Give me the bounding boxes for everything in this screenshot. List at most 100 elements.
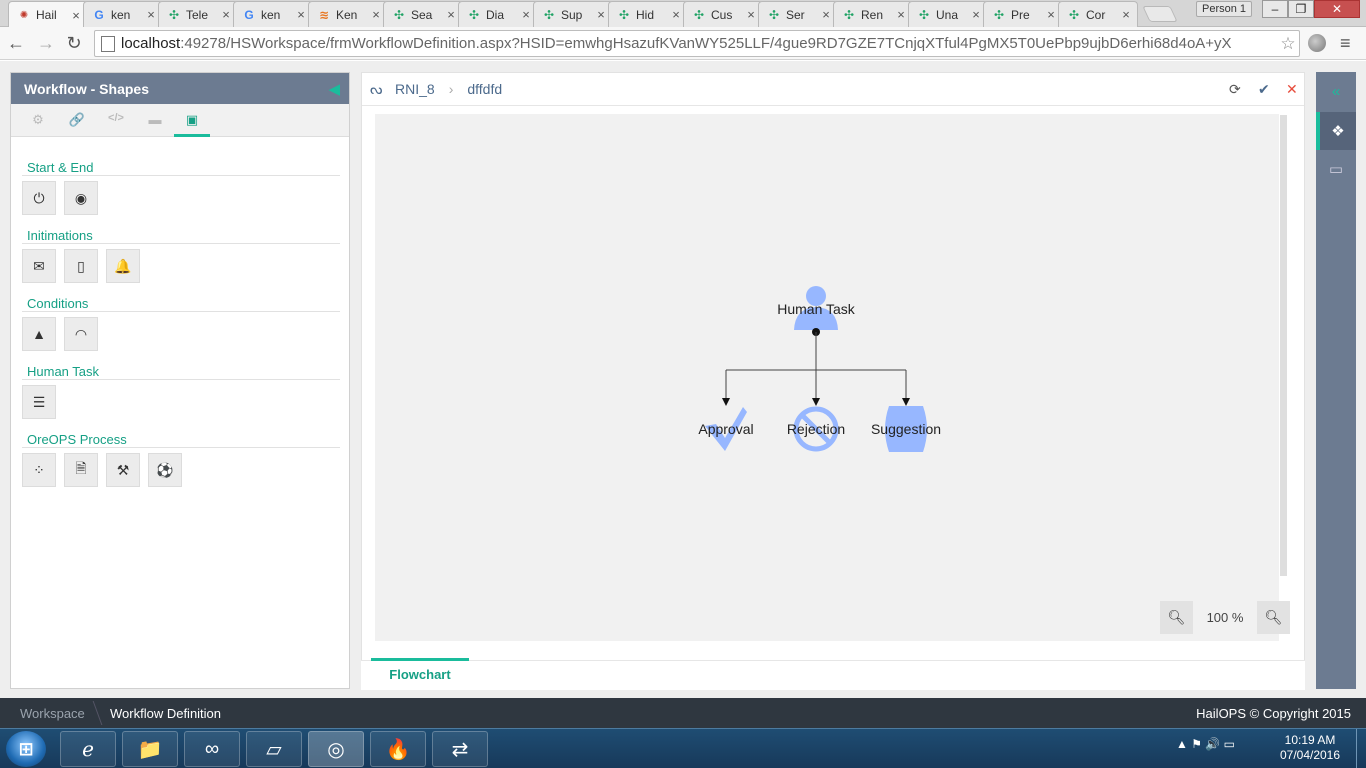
node-approval[interactable]: Approval <box>698 407 754 451</box>
close-tab-icon[interactable]: × <box>1044 7 1058 22</box>
settings-tab-icon[interactable]: ⚙ <box>27 112 49 130</box>
target-icon[interactable]: ◉ <box>64 181 98 215</box>
address-bar[interactable]: localhost :49278/HSWorkspace/frmWorkflow… <box>94 30 1300 57</box>
browser-tab[interactable]: Gken × <box>83 1 163 27</box>
close-tab-icon[interactable]: × <box>819 7 833 22</box>
close-tab-icon[interactable]: × <box>744 7 758 22</box>
browser-tab[interactable]: ✣ Cor × <box>1058 1 1138 27</box>
node-suggestion[interactable]: Suggestion <box>871 406 941 452</box>
node-rejection[interactable]: Rejection <box>787 406 845 452</box>
workflow-diagram[interactable]: Human Task Approval Rejection Suggestion <box>375 114 1279 641</box>
save-check-icon[interactable]: ✔ <box>1258 81 1270 98</box>
browser-tab[interactable]: ✣ Hid × <box>608 1 688 27</box>
browser-tab[interactable]: ✣ Cus × <box>683 1 763 27</box>
bookmark-star-icon[interactable]: ☆ <box>1277 34 1299 54</box>
browser-tab[interactable]: ✣ Pre × <box>983 1 1063 27</box>
sticky-notes-icon[interactable]: ▱ <box>246 731 302 767</box>
clock[interactable]: 10:19 AM 07/04/2016 <box>1270 733 1350 763</box>
maximize-button[interactable]: ❐ <box>1288 0 1314 18</box>
browser-tab[interactable]: ✣ Ren × <box>833 1 913 27</box>
close-tab-icon[interactable]: × <box>444 7 458 22</box>
shapes-panel-title: Workflow - Shapes <box>24 80 149 97</box>
extension-icon[interactable] <box>1308 34 1326 52</box>
refresh-icon[interactable]: ⟳ <box>1229 81 1241 98</box>
spinner-icon[interactable]: ⁘ <box>22 453 56 487</box>
link-tab-icon[interactable]: 🔗 <box>66 112 88 130</box>
section-title: Initimations <box>22 228 340 244</box>
zoom-level: 100 % <box>1206 610 1244 625</box>
archive-tab-icon[interactable]: ▬ <box>144 112 166 130</box>
visual-studio-icon[interactable]: ∞ <box>184 731 240 767</box>
close-tab-icon[interactable]: × <box>969 7 983 22</box>
teamviewer-icon[interactable]: ⇄ <box>432 731 488 767</box>
workflow-icon: ᔓ <box>370 80 383 97</box>
browser-tab[interactable]: ✣ Una × <box>908 1 988 27</box>
kendo-icon: ✣ <box>618 7 630 22</box>
code-tab-icon[interactable]: </> <box>105 112 127 130</box>
browser-tab[interactable]: Gken × <box>233 1 313 27</box>
ie-icon[interactable]: ℯ <box>60 731 116 767</box>
back-icon[interactable]: ← <box>4 32 28 56</box>
collapse-arrow-icon[interactable]: ◀ <box>328 80 340 98</box>
kendo-icon: ✣ <box>1068 7 1080 22</box>
browser-tab[interactable]: ✣ Dia × <box>458 1 538 27</box>
browser-tab[interactable]: ≋ Ken × <box>308 1 388 27</box>
warning-icon[interactable]: ▲ <box>22 317 56 351</box>
close-tab-icon[interactable]: × <box>69 8 83 23</box>
zoom-in-icon[interactable]: 🔍︎ <box>1257 601 1290 634</box>
start-button[interactable]: ⊞ <box>6 731 46 767</box>
bell-icon[interactable]: 🔔 <box>106 249 140 283</box>
expand-arrow-icon[interactable]: « <box>1316 72 1356 110</box>
canvas-scrollbar[interactable] <box>1280 115 1287 576</box>
shapes-tab-icon[interactable]: ▣ <box>181 112 203 130</box>
app-footer: Workspace Workflow Definition HailOPS © … <box>0 698 1366 728</box>
ball-icon[interactable]: ⚽ <box>148 453 182 487</box>
footer-crumb-workspace[interactable]: Workspace <box>20 706 85 721</box>
wifi-icon[interactable]: ◠ <box>64 317 98 351</box>
tab-flowchart[interactable]: Flowchart <box>371 658 469 689</box>
section-title: OreOPS Process <box>22 432 340 448</box>
profile-button[interactable]: Person 1 <box>1196 1 1252 17</box>
mobile-icon[interactable]: ▯ <box>64 249 98 283</box>
browser-tab[interactable]: ✣ Sea × <box>383 1 463 27</box>
chrome-icon[interactable]: ◎ <box>308 731 364 767</box>
node-human-task[interactable]: Human Task <box>777 286 856 330</box>
tablet-icon[interactable]: ▭ <box>1316 150 1356 188</box>
power-icon[interactable]: ⏻ <box>22 181 56 215</box>
show-desktop-button[interactable] <box>1356 729 1366 768</box>
browser-tab[interactable]: ✣ Sup × <box>533 1 613 27</box>
close-tab-icon[interactable]: × <box>1119 7 1133 22</box>
kendo-icon: ✣ <box>993 7 1005 22</box>
close-tab-icon[interactable]: × <box>519 7 533 22</box>
browser-tab-title: Ren <box>861 7 884 22</box>
zoom-out-icon[interactable]: 🔍︎ <box>1160 601 1193 634</box>
close-tab-icon[interactable]: × <box>894 7 908 22</box>
close-window-button[interactable]: ✕ <box>1314 0 1360 18</box>
list-icon[interactable]: ☰ <box>22 385 56 419</box>
firefox-icon[interactable]: 🔥 <box>370 731 426 767</box>
browser-menu-icon[interactable]: ≡ <box>1340 33 1351 54</box>
browser-tab[interactable]: ✣ Ser × <box>758 1 838 27</box>
breadcrumb-root[interactable]: RNI_8 <box>395 81 435 97</box>
close-tab-icon[interactable]: × <box>294 7 308 22</box>
forward-icon[interactable]: → <box>34 32 58 56</box>
explorer-icon[interactable]: 📁 <box>122 731 178 767</box>
close-tab-icon[interactable]: × <box>594 7 608 22</box>
reload-icon[interactable]: ↻ <box>62 32 86 56</box>
pdf-icon[interactable]: 🗎 <box>64 453 98 487</box>
new-tab-button[interactable] <box>1142 6 1178 22</box>
close-tab-icon[interactable]: × <box>144 7 158 22</box>
minimize-button[interactable]: – <box>1262 0 1288 18</box>
close-icon[interactable]: ✕ <box>1286 81 1298 98</box>
system-tray[interactable]: ▲ ⚑ 🔊 ▭ <box>1176 737 1235 751</box>
diagram-canvas[interactable]: Human Task Approval Rejection Suggestion… <box>375 114 1290 641</box>
envelope-icon[interactable]: ✉ <box>22 249 56 283</box>
close-tab-icon[interactable]: × <box>669 7 683 22</box>
gavel-icon[interactable]: ⚒ <box>106 453 140 487</box>
browser-tab-title: Hail <box>36 8 57 22</box>
close-tab-icon[interactable]: × <box>219 7 233 22</box>
close-tab-icon[interactable]: × <box>369 7 383 22</box>
cubes-icon[interactable]: ❖ <box>1316 112 1356 150</box>
browser-tab[interactable]: ✣ Tele × <box>158 1 238 27</box>
browser-tab[interactable]: ✺ Hail × <box>8 1 88 28</box>
